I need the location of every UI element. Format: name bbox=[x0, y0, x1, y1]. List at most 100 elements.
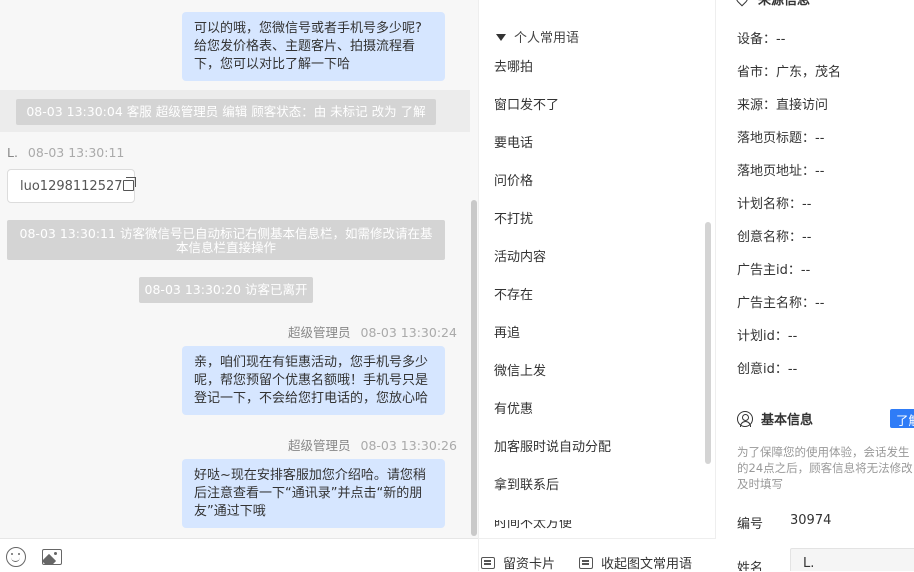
row-label: 省市： bbox=[737, 65, 777, 80]
info-row-plan-id: 计划id：-- bbox=[737, 325, 797, 344]
row-label: 落地页标题： bbox=[737, 131, 816, 146]
agent-name: 超级管理员 bbox=[288, 438, 351, 453]
row-value: 直接访问 bbox=[776, 98, 829, 113]
lead-card-button[interactable]: 留资卡片 bbox=[481, 553, 555, 572]
agent-meta: 超级管理员 08-03 13:30:26 bbox=[288, 435, 457, 454]
phrase-item[interactable]: 拿到联系后 bbox=[494, 474, 559, 493]
caret-down-icon bbox=[496, 34, 506, 41]
info-row-landing-title: 落地页标题：-- bbox=[737, 127, 824, 146]
note-line: 为了保障您的使用体验，会话发生 bbox=[737, 445, 910, 459]
row-value: -- bbox=[815, 131, 825, 146]
agent-message-bubble: 亲，咱们现在有钜惠活动，您手机号多少 呢，帮您预留个优惠名额哦！手机号只是 登记… bbox=[182, 346, 445, 415]
info-row-source: 来源：直接访问 bbox=[737, 94, 828, 113]
row-label: 计划名称： bbox=[737, 197, 803, 212]
name-field[interactable]: L. bbox=[790, 548, 914, 571]
phrase-group-title: 个人常用语 bbox=[514, 31, 580, 46]
message-line: 友”通过下哦 bbox=[194, 504, 266, 519]
row-value: -- bbox=[802, 230, 812, 245]
agent-time: 08-03 13:30:24 bbox=[360, 325, 457, 340]
source-info-title: 来源信息 bbox=[733, 0, 811, 8]
row-label: 创意名称： bbox=[737, 230, 803, 245]
phrase-item[interactable]: 有优惠 bbox=[494, 398, 533, 417]
phrase-group-header[interactable]: 个人常用语 bbox=[496, 27, 579, 46]
collapse-phrases-label: 收起图文常用语 bbox=[601, 557, 693, 572]
phrase-item[interactable]: 活动内容 bbox=[494, 246, 546, 265]
phrase-scrollbar[interactable] bbox=[705, 222, 711, 464]
phrase-item[interactable]: 去哪拍 bbox=[494, 56, 533, 75]
agent-time: 08-03 13:30:26 bbox=[360, 438, 457, 453]
phrase-list-clip bbox=[479, 508, 715, 520]
basic-info-label: 基本信息 bbox=[761, 413, 814, 428]
phrase-item[interactable]: 不打扰 bbox=[494, 208, 533, 227]
row-value: -- bbox=[787, 362, 798, 377]
row-value: -- bbox=[815, 296, 825, 311]
message-line: 给您发价格表、主题客片、拍摄流程看 bbox=[194, 39, 416, 54]
basic-info-title: 基本信息 bbox=[737, 409, 813, 428]
phrase-toolbar: 留资卡片 收起图文常用语 bbox=[479, 538, 717, 572]
chat-panel: 可以的哦，您微信号或者手机号多少呢? 给您发价格表、主题客片、拍摄流程看 下，您… bbox=[0, 0, 478, 571]
message-line: 亲，咱们现在有钜惠活动，您手机号多少 bbox=[194, 355, 429, 370]
message-line: 下，您可以对比了解一下哈 bbox=[194, 57, 351, 72]
phrase-item[interactable]: 加客服时说自动分配 bbox=[494, 436, 611, 455]
emoji-icon[interactable] bbox=[6, 547, 26, 567]
info-note: 为了保障您的使用体验，会话发生 的24点之后，顾客信息将无法修改 及时填写 bbox=[737, 444, 914, 492]
row-value: -- bbox=[787, 329, 798, 344]
collapse-phrases-button[interactable]: 收起图文常用语 bbox=[579, 553, 692, 572]
row-value: -- bbox=[802, 197, 812, 212]
visitor-left-notice: 08-03 13:30:20 访客已离开 bbox=[139, 277, 313, 303]
location-pin-icon bbox=[733, 0, 751, 7]
info-row-advertiser-name: 广告主名称：-- bbox=[737, 292, 824, 311]
info-row-creative-id: 创意id：-- bbox=[737, 358, 797, 377]
customer-status-tag[interactable]: 了解 bbox=[890, 409, 914, 428]
row-label: 广告主id： bbox=[737, 263, 801, 278]
note-line: 及时填写 bbox=[737, 477, 783, 491]
row-value: -- bbox=[800, 263, 811, 278]
agent-message-bubble: 可以的哦，您微信号或者手机号多少呢? 给您发价格表、主题客片、拍摄流程看 下，您… bbox=[182, 12, 445, 81]
source-info-label: 来源信息 bbox=[758, 0, 811, 8]
copy-icon[interactable] bbox=[122, 177, 136, 191]
card-icon bbox=[481, 557, 495, 569]
message-line: 呢，帮您预留个优惠名额哦！手机号只是 bbox=[194, 373, 429, 388]
message-line: 登记一下，不会给您打电话的，您放心哈 bbox=[194, 391, 429, 406]
phrase-item[interactable]: 要电话 bbox=[494, 132, 533, 151]
row-value: -- bbox=[776, 32, 786, 47]
lead-card-label: 留资卡片 bbox=[503, 557, 556, 572]
visitor-time: 08-03 13:30:11 bbox=[27, 145, 125, 160]
info-row-creative-name: 创意名称：-- bbox=[737, 226, 811, 245]
user-icon bbox=[737, 411, 753, 427]
agent-meta: 超级管理员 08-03 13:30:24 bbox=[288, 322, 457, 341]
row-label: 创意id： bbox=[737, 362, 788, 377]
row-label: 广告主名称： bbox=[737, 296, 816, 311]
phrase-item[interactable]: 不存在 bbox=[494, 284, 533, 303]
chat-message-list[interactable]: 可以的哦，您微信号或者手机号多少呢? 给您发价格表、主题客片、拍摄流程看 下，您… bbox=[0, 0, 478, 538]
image-icon[interactable] bbox=[42, 549, 62, 565]
phrase-item[interactable]: 问价格 bbox=[494, 170, 533, 189]
phrase-item[interactable]: 窗口发不了 bbox=[494, 94, 559, 113]
chat-scrollbar[interactable] bbox=[471, 200, 477, 536]
agent-message-bubble: 好哒~现在安排客服加您介绍哈。请您稍 后注意查看一下“通讯录”并点击“新的朋 友… bbox=[182, 459, 445, 528]
message-icon bbox=[579, 557, 593, 569]
info-row-plan-name: 计划名称：-- bbox=[737, 193, 811, 212]
message-line: 后注意查看一下“通讯录”并点击“新的朋 bbox=[194, 486, 423, 501]
message-line: 好哒~现在安排客服加您介绍哈。请您稍 bbox=[194, 468, 426, 483]
number-label: 编号 bbox=[737, 517, 764, 532]
info-row-device: 设备：-- bbox=[737, 28, 785, 47]
auto-mark-notice: 08-03 13:30:11 访客微信号已自动标记右侧基本信息栏，如需修改请在基… bbox=[7, 220, 445, 260]
visitor-name: L. bbox=[7, 145, 18, 160]
info-row-region: 省市：广东，茂名 bbox=[737, 61, 841, 80]
visitor-info-panel: 来源信息 设备：-- 省市：广东，茂名 来源：直接访问 落地页标题：-- 落地页… bbox=[716, 0, 914, 571]
row-value: 广东，茂名 bbox=[776, 65, 842, 80]
phrase-item[interactable]: 再追 bbox=[494, 322, 520, 341]
phrase-item[interactable]: 微信上发 bbox=[494, 360, 546, 379]
phrases-panel: 个人常用语 去哪拍 窗口发不了 要电话 问价格 不打扰 活动内容 不存在 再追 … bbox=[478, 0, 717, 572]
row-label: 设备： bbox=[737, 32, 777, 47]
row-value: -- bbox=[815, 164, 825, 179]
agent-name: 超级管理员 bbox=[288, 325, 351, 340]
number-value: 30974 bbox=[790, 513, 832, 528]
row-label: 落地页地址： bbox=[737, 164, 816, 179]
note-line: 的24点之后，顾客信息将无法修改 bbox=[737, 461, 913, 475]
visitor-wechat-card[interactable]: luo1298112527 bbox=[7, 169, 136, 203]
info-row-advertiser-id: 广告主id：-- bbox=[737, 259, 810, 278]
info-row-landing-url: 落地页地址：-- bbox=[737, 160, 824, 179]
status-change-notice: 08-03 13:30:04 客服 超级管理员 编辑 顾客状态：由 未标记 改为… bbox=[16, 99, 436, 125]
